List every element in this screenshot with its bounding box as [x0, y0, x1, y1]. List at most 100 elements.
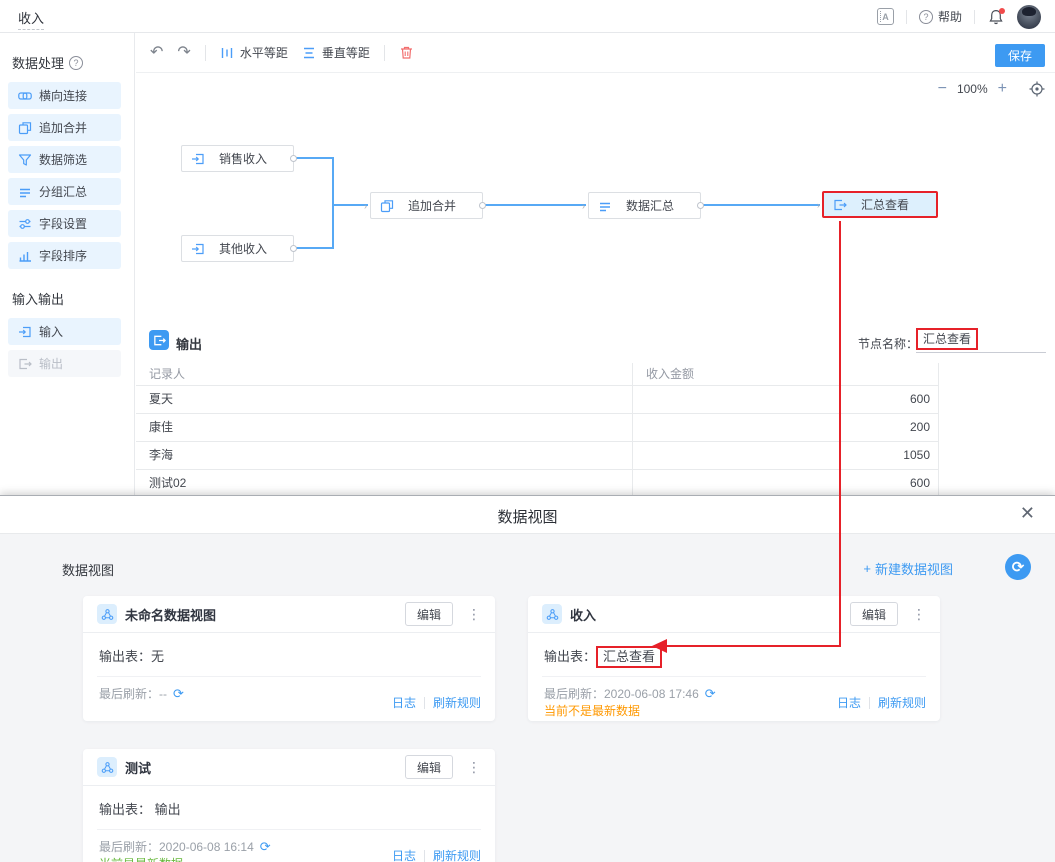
output-port[interactable]	[290, 245, 297, 252]
divider	[542, 676, 926, 677]
more-icon[interactable]: ⋮	[467, 606, 481, 623]
guide-icon[interactable]: A	[877, 8, 894, 25]
dialog-header: 数据视图 ✕	[0, 496, 1055, 534]
flow-node-append-merge[interactable]: › 追加合并	[370, 192, 483, 219]
more-icon[interactable]: ⋮	[467, 759, 481, 776]
edge	[484, 204, 586, 206]
sidebar-item-field-sort[interactable]: 字段排序	[8, 242, 121, 269]
data-view-card-unnamed[interactable]: 未命名数据视图 编辑 ⋮ 输出表：无 最后刷新：-- ⟳ 日志 刷新规则	[83, 596, 495, 721]
help-button[interactable]: ? 帮助	[919, 8, 962, 25]
table-row[interactable]: 夏天 600	[136, 386, 938, 414]
sidebar-item-field-settings[interactable]: 字段设置	[8, 210, 121, 237]
refresh-icon[interactable]: ⟳	[173, 686, 184, 702]
save-button[interactable]: 保存	[995, 44, 1045, 67]
flow-title[interactable]: 收入	[18, 8, 44, 30]
flow-node-other-income[interactable]: 其他收入	[181, 235, 294, 262]
redo-icon[interactable]: ↷	[177, 45, 190, 61]
flow-canvas: ↶ ↷ 水平等距 垂直等距 保存 − 100% +	[136, 33, 1055, 495]
data-view-icon	[97, 604, 117, 624]
annotation-arrowhead	[652, 639, 667, 653]
node-name-input[interactable]: 汇总查看	[916, 328, 1046, 353]
vertical-equal-spacing-button[interactable]: 垂直等距	[302, 44, 370, 61]
export-icon	[833, 198, 847, 212]
node-label: 数据汇总	[626, 197, 674, 214]
divider	[869, 697, 870, 709]
flow-node-sales-income[interactable]: 销售收入	[181, 145, 294, 172]
section-help-icon[interactable]: ?	[69, 56, 83, 70]
log-link[interactable]: 日志	[392, 694, 416, 711]
refresh-rule-link[interactable]: 刷新规则	[433, 847, 481, 862]
edit-button[interactable]: 编辑	[405, 755, 453, 779]
horizontal-equal-spacing-button[interactable]: 水平等距	[220, 44, 288, 61]
trash-icon[interactable]	[399, 45, 414, 60]
status-badge: 当前是最新数据	[99, 855, 183, 862]
cell-name: 康佳	[136, 414, 633, 441]
output-port[interactable]	[697, 202, 704, 209]
sidebar-item-group-summary[interactable]: 分组汇总	[8, 178, 121, 205]
new-data-view-button[interactable]: + 新建数据视图	[863, 559, 953, 578]
data-view-icon	[542, 604, 562, 624]
divider	[97, 676, 481, 677]
refresh-list-button[interactable]: ⟳	[1005, 554, 1031, 580]
sidebar-item-label: 字段设置	[39, 215, 87, 232]
help-label: 帮助	[938, 8, 962, 25]
button-label: 水平等距	[240, 44, 288, 61]
copy-icon	[18, 121, 32, 135]
output-table-value: 输出	[155, 802, 181, 817]
edit-button[interactable]: 编辑	[850, 602, 898, 626]
output-port[interactable]	[290, 155, 297, 162]
user-avatar[interactable]	[1017, 5, 1041, 29]
edge	[332, 157, 334, 249]
output-table-label: 输出表：	[544, 649, 596, 664]
flow-node-data-summary[interactable]: › 数据汇总	[588, 192, 701, 219]
edit-button[interactable]: 编辑	[405, 602, 453, 626]
refresh-icon[interactable]: ⟳	[260, 839, 271, 855]
data-view-card-income[interactable]: 收入 编辑 ⋮ 输出表：汇总查看 最后刷新：2020-06-08 17:46 ⟳…	[528, 596, 940, 721]
sidebar-item-append-merge[interactable]: 追加合并	[8, 114, 121, 141]
refresh-icon[interactable]: ⟳	[705, 686, 716, 702]
undo-icon[interactable]: ↶	[150, 45, 163, 61]
table-row[interactable]: 康佳 200	[136, 414, 938, 442]
edge	[295, 157, 334, 159]
output-table-value: 无	[151, 649, 164, 664]
sidebar-item-input[interactable]: 输入	[8, 318, 121, 345]
refresh-rule-link[interactable]: 刷新规则	[433, 694, 481, 711]
more-icon[interactable]: ⋮	[912, 606, 926, 623]
last-refresh-label: 最后刷新：2020-06-08 16:14	[99, 838, 254, 855]
output-table-row: 输出表：汇总查看	[544, 646, 662, 668]
topbar-actions: A ? 帮助	[877, 0, 1041, 33]
refresh-rule-link[interactable]: 刷新规则	[878, 694, 926, 711]
zoom-out-button[interactable]: −	[938, 81, 947, 97]
log-link[interactable]: 日志	[392, 847, 416, 862]
lines-icon	[18, 185, 32, 199]
output-port[interactable]	[479, 202, 486, 209]
section-input-output: 输入输出	[12, 289, 134, 308]
card-links: 日志 刷新规则	[392, 694, 481, 711]
input-port: ›	[364, 201, 367, 211]
log-link[interactable]: 日志	[837, 694, 861, 711]
flow-node-summary-view[interactable]: › 汇总查看	[822, 191, 938, 218]
edge	[332, 204, 368, 206]
zoom-in-button[interactable]: +	[998, 81, 1007, 97]
sidebar-item-horizontal-join[interactable]: 横向连接	[8, 82, 121, 109]
bars-icon	[18, 249, 32, 263]
table-row[interactable]: 李海 1050	[136, 442, 938, 470]
button-label: 垂直等距	[322, 44, 370, 61]
node-name-value: 汇总查看	[916, 328, 978, 350]
edge	[702, 204, 820, 206]
divider	[205, 45, 206, 61]
output-table-label: 输出表：	[99, 649, 151, 664]
divider	[97, 829, 481, 830]
output-table-row: 输出表：无	[99, 646, 164, 665]
data-view-icon	[97, 757, 117, 777]
locate-icon[interactable]	[1029, 81, 1045, 97]
close-icon[interactable]: ✕	[1020, 503, 1035, 524]
column-header: 记录人	[136, 363, 633, 385]
section-label: 输入输出	[12, 289, 64, 308]
sidebar-item-data-filter[interactable]: 数据筛选	[8, 146, 121, 173]
notification-bell-icon[interactable]	[987, 8, 1005, 26]
table-row[interactable]: 测试02 600	[136, 470, 938, 498]
zoom-controls: − 100% +	[938, 81, 1045, 97]
last-refresh-label: 最后刷新：--	[99, 685, 167, 702]
data-view-card-test[interactable]: 测试 编辑 ⋮ 输出表： 输出 最后刷新：2020-06-08 16:14 ⟳ …	[83, 749, 495, 862]
